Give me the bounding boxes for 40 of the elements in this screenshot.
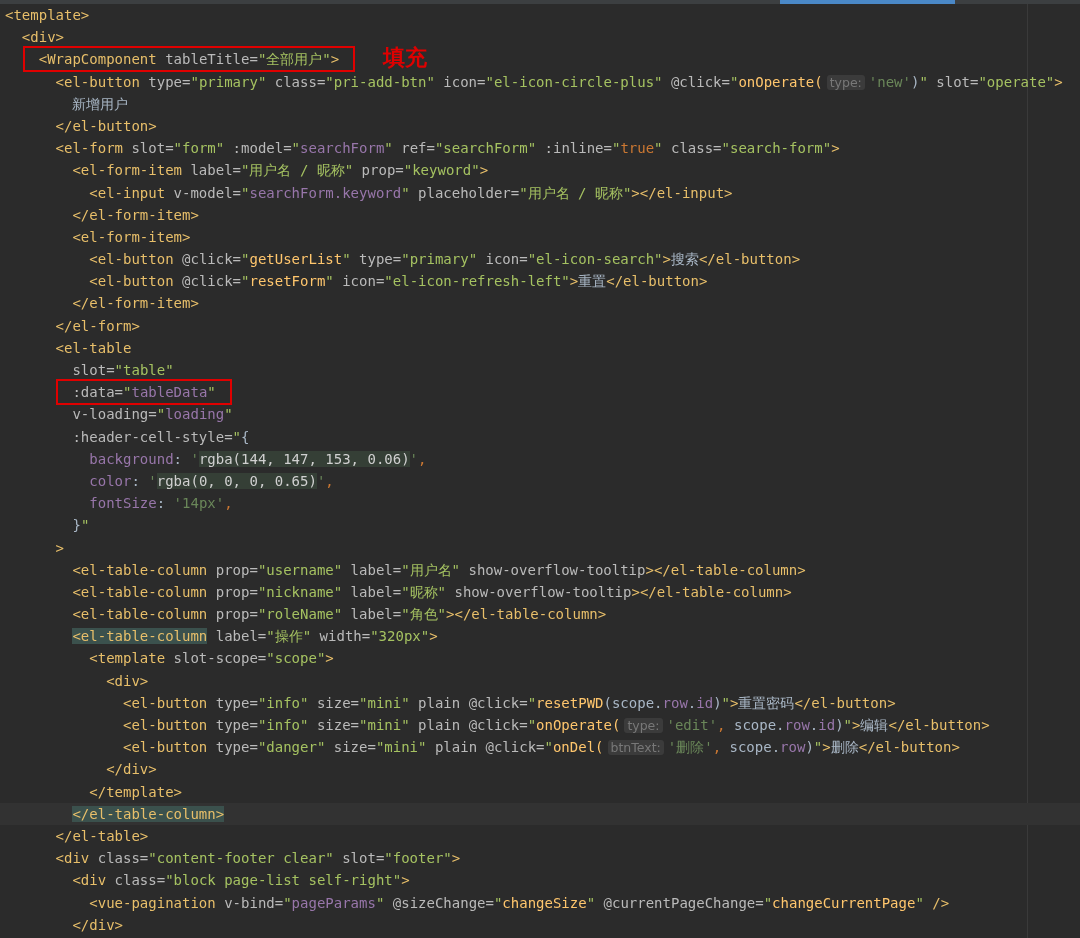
code-line: <el-form-item label="用户名 / 昵称" prop="keyword">: [71, 161, 490, 181]
code-line: <el-button @click="getUserList" type="primary" icon="el-icon-search">搜索</el-button>: [88, 250, 802, 270]
code-line: }": [71, 516, 91, 536]
code-line: >: [54, 538, 65, 558]
code-line: <div>: [105, 671, 150, 691]
code-line: :header-cell-style="{: [71, 427, 251, 447]
code-line: <el-table-column label="操作" width="320px">: [71, 627, 439, 647]
code-line: </div>: [105, 760, 158, 780]
code-line: </div>: [71, 915, 124, 935]
code-line: <el-table-column prop="nickname" label="昵称" show-overflow-tooltip></el-table-column>: [71, 582, 793, 602]
annotation-label: 填充: [383, 44, 428, 71]
code-line: <el-form slot="form" :model="searchForm" ref="searchForm" :inline="true" class="search-form">: [54, 139, 841, 159]
code-line: </el-table>: [54, 826, 150, 846]
code-line: <div class="block page-list self-right">: [71, 871, 411, 891]
code-line: <el-table-column prop="roleName" label="角色"></el-table-column>: [71, 605, 608, 625]
code-line: <el-table: [54, 338, 133, 358]
code-line: <el-form-item>: [71, 227, 192, 247]
code-line: <vue-pagination v-bind="pageParams" @sizeChange="changeSize" @currentPageChange="changeCurrentPage" />: [88, 893, 951, 913]
code-line: <template>: [5, 6, 91, 25]
annotated-code-line: :data="tableData": [58, 381, 230, 404]
code-line: </el-form>: [54, 316, 141, 336]
code-line: v-loading="loading": [71, 405, 234, 425]
code-line: <el-table-column prop="username" label="用户名" show-overflow-tooltip></el-table-column>: [71, 560, 807, 580]
code-line: <el-button @click="resetForm" icon="el-icon-refresh-left">重置</el-button>: [88, 272, 709, 292]
code-line: fontSize: '14px',: [88, 494, 234, 514]
code-line: <el-button type="danger" size="mini" plain @click="onDel( btnText: '删除', scope.row)">删除</el-button>: [122, 738, 961, 758]
code-line: </el-form-item>: [71, 205, 200, 225]
annotated-code-line: <WrapComponent tableTitle="全部用户">: [24, 48, 354, 71]
code-line: <el-input v-model="searchForm.keyword" placeholder="用户名 / 昵称"></el-input>: [88, 183, 734, 203]
code-line: slot="table": [71, 361, 175, 380]
code-line: </el-form-item>: [71, 294, 200, 314]
code-line: <div>: [20, 28, 65, 48]
code-line: <el-button type="info" size="mini" plain @click="onOperate( type: 'edit', scope.row.id)">编辑</el-button>: [122, 716, 991, 735]
code-line: <template slot-scope="scope">: [88, 649, 335, 669]
code-line: <el-button type="primary" class="pri-add-btn" icon="el-icon-circle-plus" @click="onOperate( type: 'new')" slot="operate">: [54, 72, 1064, 92]
code-line: </template>: [88, 782, 183, 802]
code-line: 新增用户: [71, 94, 130, 114]
code-line: </el-button>: [54, 116, 158, 136]
code-line: <el-button type="info" size="mini" plain @click="resetPWD(scope.row.id)">重置密码</el-button>: [122, 693, 897, 713]
code-line: <div class="content-footer clear" slot="footer">: [54, 849, 462, 869]
